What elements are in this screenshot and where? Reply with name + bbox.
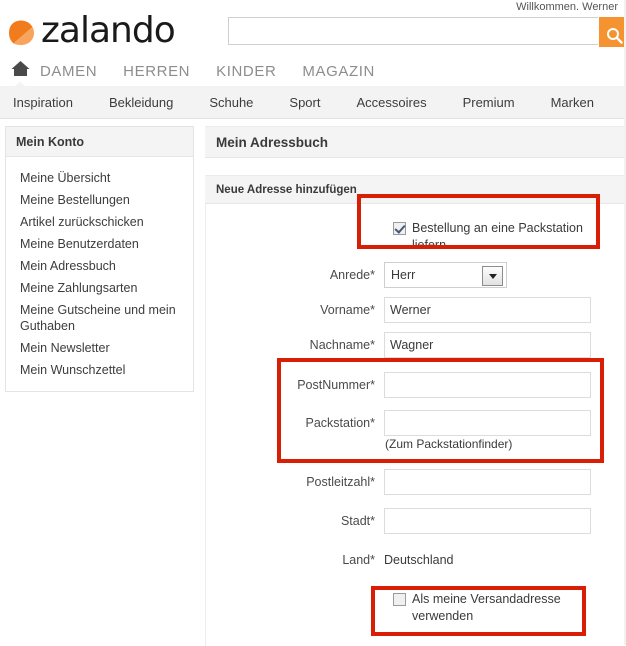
postleitzahl-input[interactable]: [384, 469, 591, 495]
sidebar-item-gutscheine-guthaben[interactable]: Meine Gutscheine und mein Guthaben: [6, 299, 193, 337]
field-anrede-wrap: Herr: [384, 262, 626, 288]
anrede-select[interactable]: Herr: [384, 262, 507, 288]
form-row-postleitzahl: Postleitzahl*: [206, 469, 626, 495]
search-icon: [599, 27, 626, 44]
field-land-wrap: Deutschland: [384, 547, 626, 573]
search-area: [228, 17, 626, 47]
packstationfinder-link[interactable]: (Zum Packstationfinder): [385, 437, 626, 451]
panel-title: Neue Adresse hinzufügen: [205, 176, 626, 204]
sidebar-list: Meine Übersicht Meine Bestellungen Artik…: [6, 157, 193, 391]
chevron-down-icon[interactable]: [482, 266, 503, 286]
search-button[interactable]: [599, 17, 626, 47]
nachname-input[interactable]: [384, 332, 591, 358]
subnav-item-accessoires[interactable]: Accessoires: [356, 95, 426, 110]
search-input[interactable]: [228, 17, 598, 45]
packstation-input[interactable]: [384, 410, 591, 436]
welcome-strip: Willkommen, Werner: [0, 0, 626, 11]
address-form: Bestellung an eine Packstation liefern. …: [205, 204, 626, 646]
site-header: zalando: [0, 10, 626, 55]
sidebar-item-meine-uebersicht[interactable]: Meine Übersicht: [6, 167, 193, 189]
subnav-item-premium[interactable]: Premium: [463, 95, 515, 110]
nav-item-herren[interactable]: HERREN: [123, 63, 190, 80]
account-sidebar: Mein Konto Meine Übersicht Meine Bestell…: [5, 126, 194, 392]
label-packstation: Packstation*: [305, 416, 375, 430]
nav-item-magazin[interactable]: MAGAZIN: [302, 63, 375, 80]
sidebar-item-mein-newsletter[interactable]: Mein Newsletter: [6, 337, 193, 359]
subnav-item-marken[interactable]: Marken: [551, 95, 594, 110]
subnav-item-sport[interactable]: Sport: [289, 95, 320, 110]
sidebar-item-meine-benutzerdaten[interactable]: Meine Benutzerdaten: [6, 233, 193, 255]
label-postleitzahl: Postleitzahl*: [306, 475, 375, 489]
shipping-address-checkbox[interactable]: [393, 593, 406, 606]
anrede-select-value: Herr: [391, 268, 416, 282]
page-title: Mein Adressbuch: [205, 126, 626, 158]
welcome-text: Willkommen, Werner: [516, 1, 618, 11]
sidebar-item-meine-bestellungen[interactable]: Meine Bestellungen: [6, 189, 193, 211]
vorname-input[interactable]: [384, 297, 591, 323]
form-row-vorname: Vorname*: [206, 297, 626, 323]
main-navigation: DAMEN HERREN KINDER MAGAZIN: [0, 55, 626, 89]
packstation-checkbox-label: Bestellung an eine Packstation liefern.: [412, 221, 583, 252]
field-stadt-wrap: [384, 508, 626, 534]
field-packstation-wrap: (Zum Packstationfinder): [384, 410, 626, 451]
subnav-item-inspiration[interactable]: Inspiration: [13, 95, 73, 110]
stadt-input[interactable]: [384, 508, 591, 534]
label-land: Land*: [342, 553, 375, 567]
sub-navigation: Inspiration Bekleidung Schuhe Sport Acce…: [0, 86, 626, 119]
land-value: Deutschland: [384, 553, 454, 567]
shipping-address-checkbox-label: Als meine Versandadresse verwenden: [412, 592, 561, 623]
form-row-nachname: Nachname*: [206, 332, 626, 358]
field-postleitzahl-wrap: [384, 469, 626, 495]
label-stadt: Stadt*: [340, 514, 375, 528]
main-content: Mein Adressbuch Neue Adresse hinzufügen …: [205, 126, 626, 646]
sidebar-item-artikel-zurueckschicken[interactable]: Artikel zurückschicken: [6, 211, 193, 233]
nav-home-button[interactable]: [6, 60, 34, 82]
subnav-item-schuhe[interactable]: Schuhe: [209, 95, 253, 110]
label-postnummer: PostNummer*: [297, 378, 375, 392]
new-address-panel: Neue Adresse hinzufügen Bestellung an ei…: [205, 175, 626, 646]
sidebar-item-mein-wunschzettel[interactable]: Mein Wunschzettel: [6, 359, 193, 381]
subnav-item-bekleidung[interactable]: Bekleidung: [109, 95, 173, 110]
form-row-packstation: Packstation* (Zum Packstationfinder): [206, 410, 626, 451]
label-anrede: Anrede*: [329, 268, 375, 282]
form-row-land: Land* Deutschland: [206, 547, 626, 573]
field-nachname-wrap: [384, 332, 626, 358]
nav-item-kinder[interactable]: KINDER: [216, 63, 276, 80]
zalando-triangle-logo-icon: [6, 18, 36, 48]
shipping-checkbox-row: Als meine Versandadresse verwenden: [393, 591, 589, 625]
field-vorname-wrap: [384, 297, 626, 323]
field-postnummer-wrap: [384, 372, 626, 398]
label-nachname: Nachname*: [309, 338, 375, 352]
form-row-anrede: Anrede* Herr: [206, 262, 626, 288]
sidebar-item-meine-zahlungsarten[interactable]: Meine Zahlungsarten: [6, 277, 193, 299]
form-row-postnummer: PostNummer*: [206, 372, 626, 398]
nav-item-damen[interactable]: DAMEN: [40, 63, 97, 80]
zalando-logo[interactable]: zalando: [6, 10, 176, 54]
main-nav-list: DAMEN HERREN KINDER MAGAZIN: [40, 55, 401, 88]
postnummer-input[interactable]: [384, 372, 591, 398]
form-row-stadt: Stadt*: [206, 508, 626, 534]
home-icon: [11, 60, 30, 82]
packstation-checkbox-row: Bestellung an eine Packstation liefern.: [393, 220, 589, 254]
active-tab-pointer: [11, 82, 29, 89]
logo-wordmark: zalando: [41, 10, 176, 51]
packstation-checkbox[interactable]: [393, 222, 406, 235]
sidebar-item-mein-adressbuch[interactable]: Mein Adressbuch: [6, 255, 193, 277]
sidebar-title: Mein Konto: [6, 127, 193, 157]
label-vorname: Vorname*: [320, 303, 375, 317]
